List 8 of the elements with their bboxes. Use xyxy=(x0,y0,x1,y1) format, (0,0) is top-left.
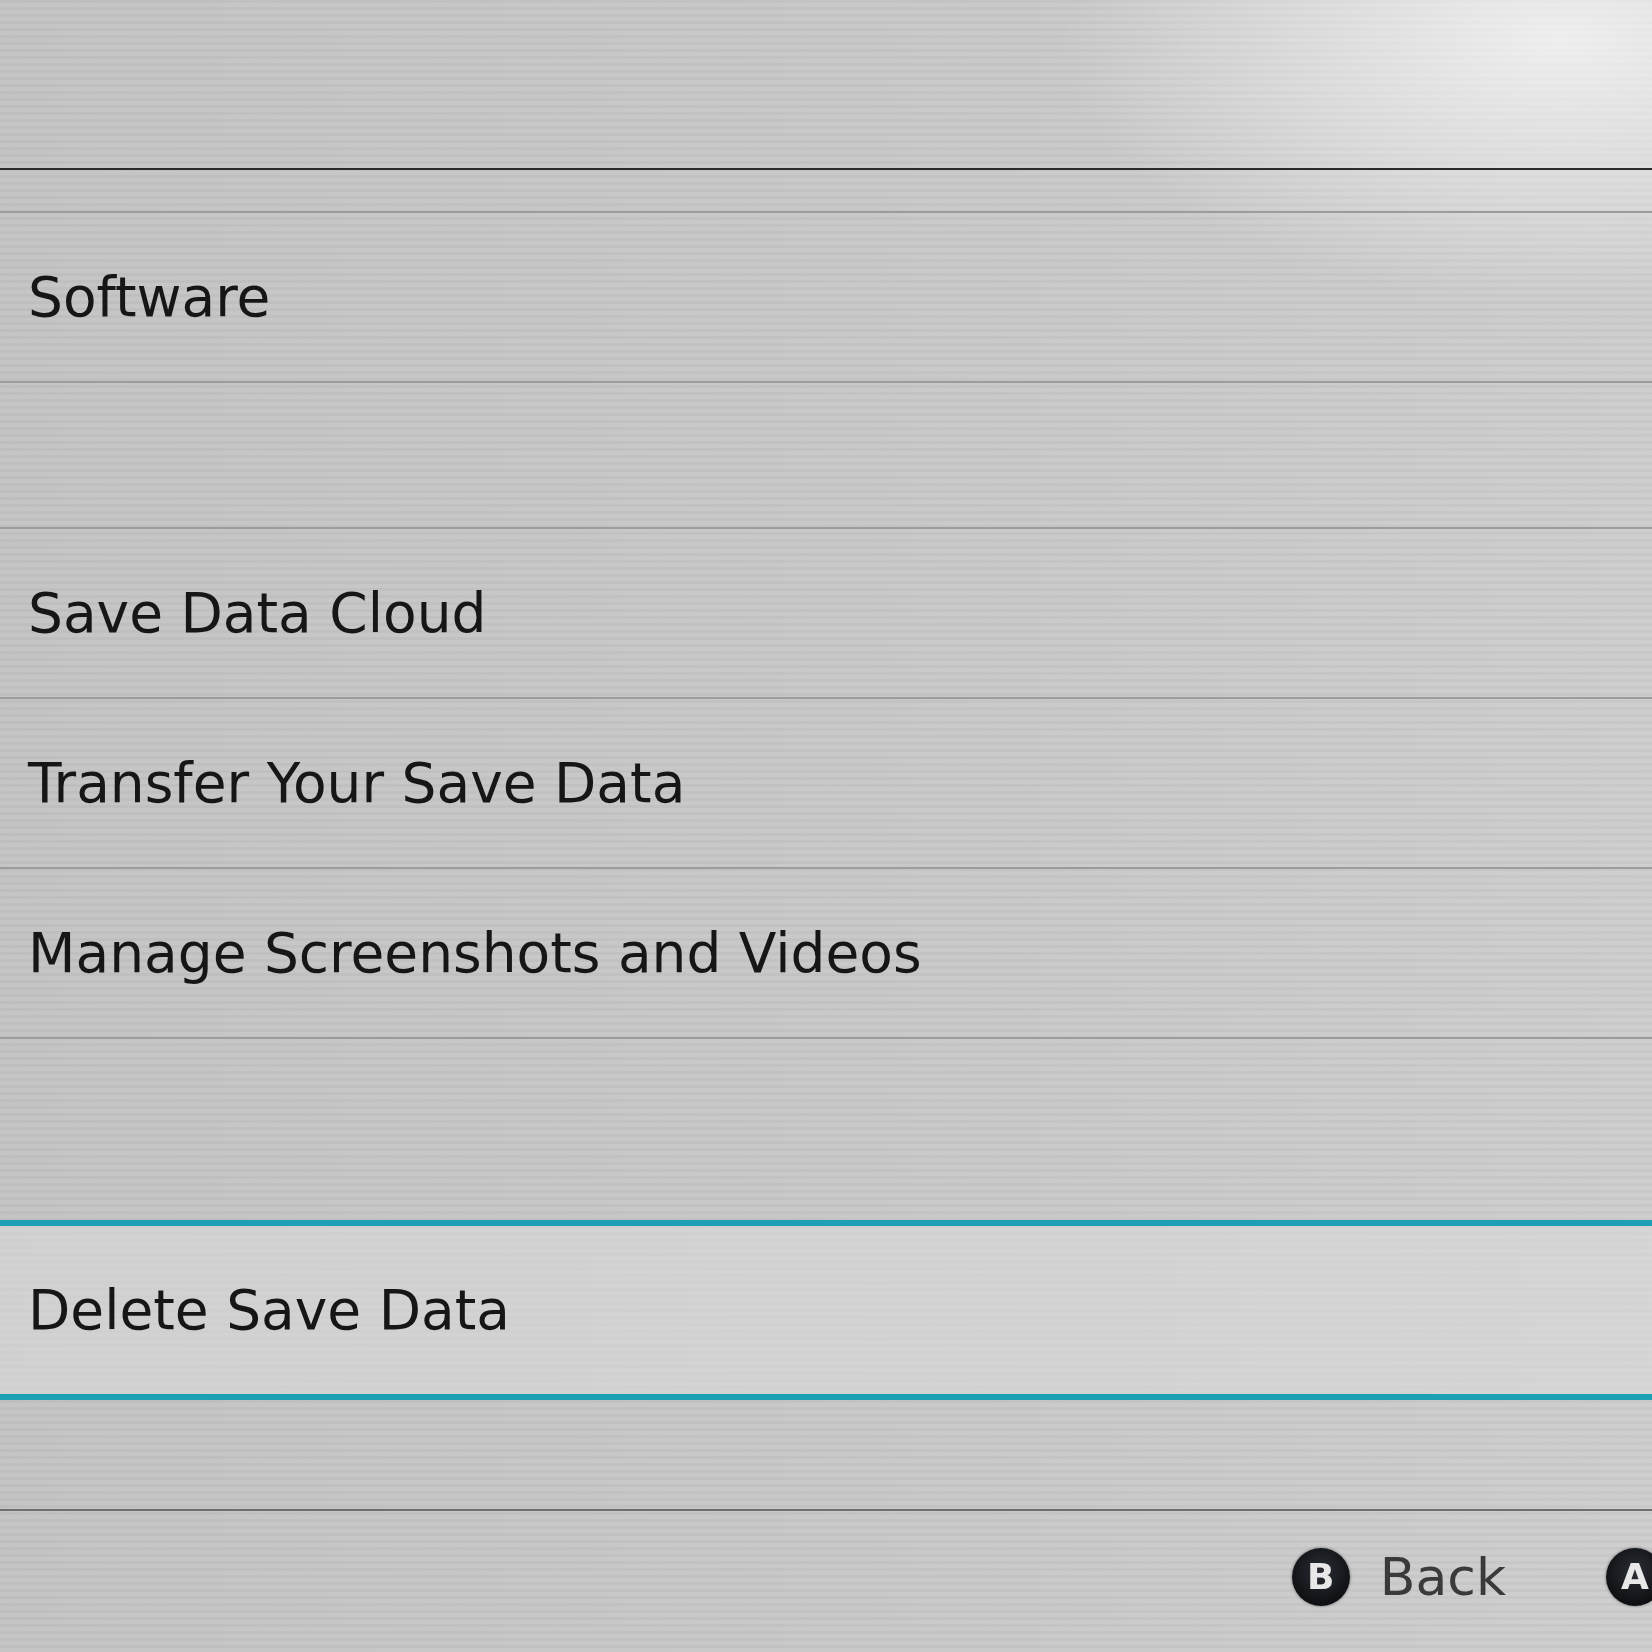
menu-item[interactable]: Transfer Your Save Data xyxy=(0,697,1652,867)
menu-item[interactable]: Save Data Cloud xyxy=(0,527,1652,697)
menu-item[interactable]: Delete Save Data xyxy=(0,1220,1652,1400)
back-button[interactable]: B Back xyxy=(1291,1546,1506,1607)
key-icon: B xyxy=(1291,1547,1350,1606)
menu-item[interactable]: Manage Screenshots and Videos xyxy=(0,867,1652,1037)
menu-item[interactable]: Software xyxy=(0,211,1652,381)
key-icon[interactable]: A xyxy=(1606,1547,1652,1606)
